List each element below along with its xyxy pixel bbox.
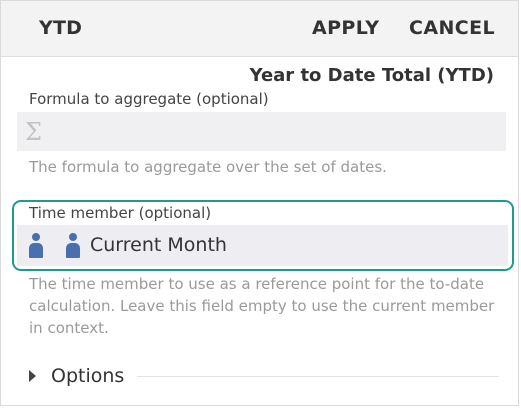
options-label: Options xyxy=(51,365,125,387)
function-heading: Year to Date Total (YTD) xyxy=(249,65,494,86)
time-member-value: Current Month xyxy=(90,234,227,256)
options-expander[interactable]: Options xyxy=(29,365,499,387)
formula-label: Formula to aggregate (optional) xyxy=(29,90,269,108)
cancel-button[interactable]: CANCEL xyxy=(409,17,495,39)
triangle-right-icon xyxy=(29,370,36,382)
divider xyxy=(137,376,499,377)
toolbar: YTD APPLY CANCEL xyxy=(1,1,518,57)
time-member-input[interactable]: Current Month xyxy=(17,225,508,266)
member-icon xyxy=(29,233,43,259)
toolbar-title: YTD xyxy=(39,17,83,39)
ytd-editor-panel: YTD APPLY CANCEL Year to Date Total (YTD… xyxy=(0,0,519,406)
formula-help-text: The formula to aggregate over the set of… xyxy=(29,158,387,176)
formula-input[interactable]: Σ xyxy=(17,112,506,151)
member-icon xyxy=(66,233,80,259)
time-member-label: Time member (optional) xyxy=(29,204,212,222)
sigma-icon: Σ xyxy=(25,118,42,146)
time-member-help-text: The time member to use as a reference po… xyxy=(29,275,495,337)
apply-button[interactable]: APPLY xyxy=(312,17,379,39)
